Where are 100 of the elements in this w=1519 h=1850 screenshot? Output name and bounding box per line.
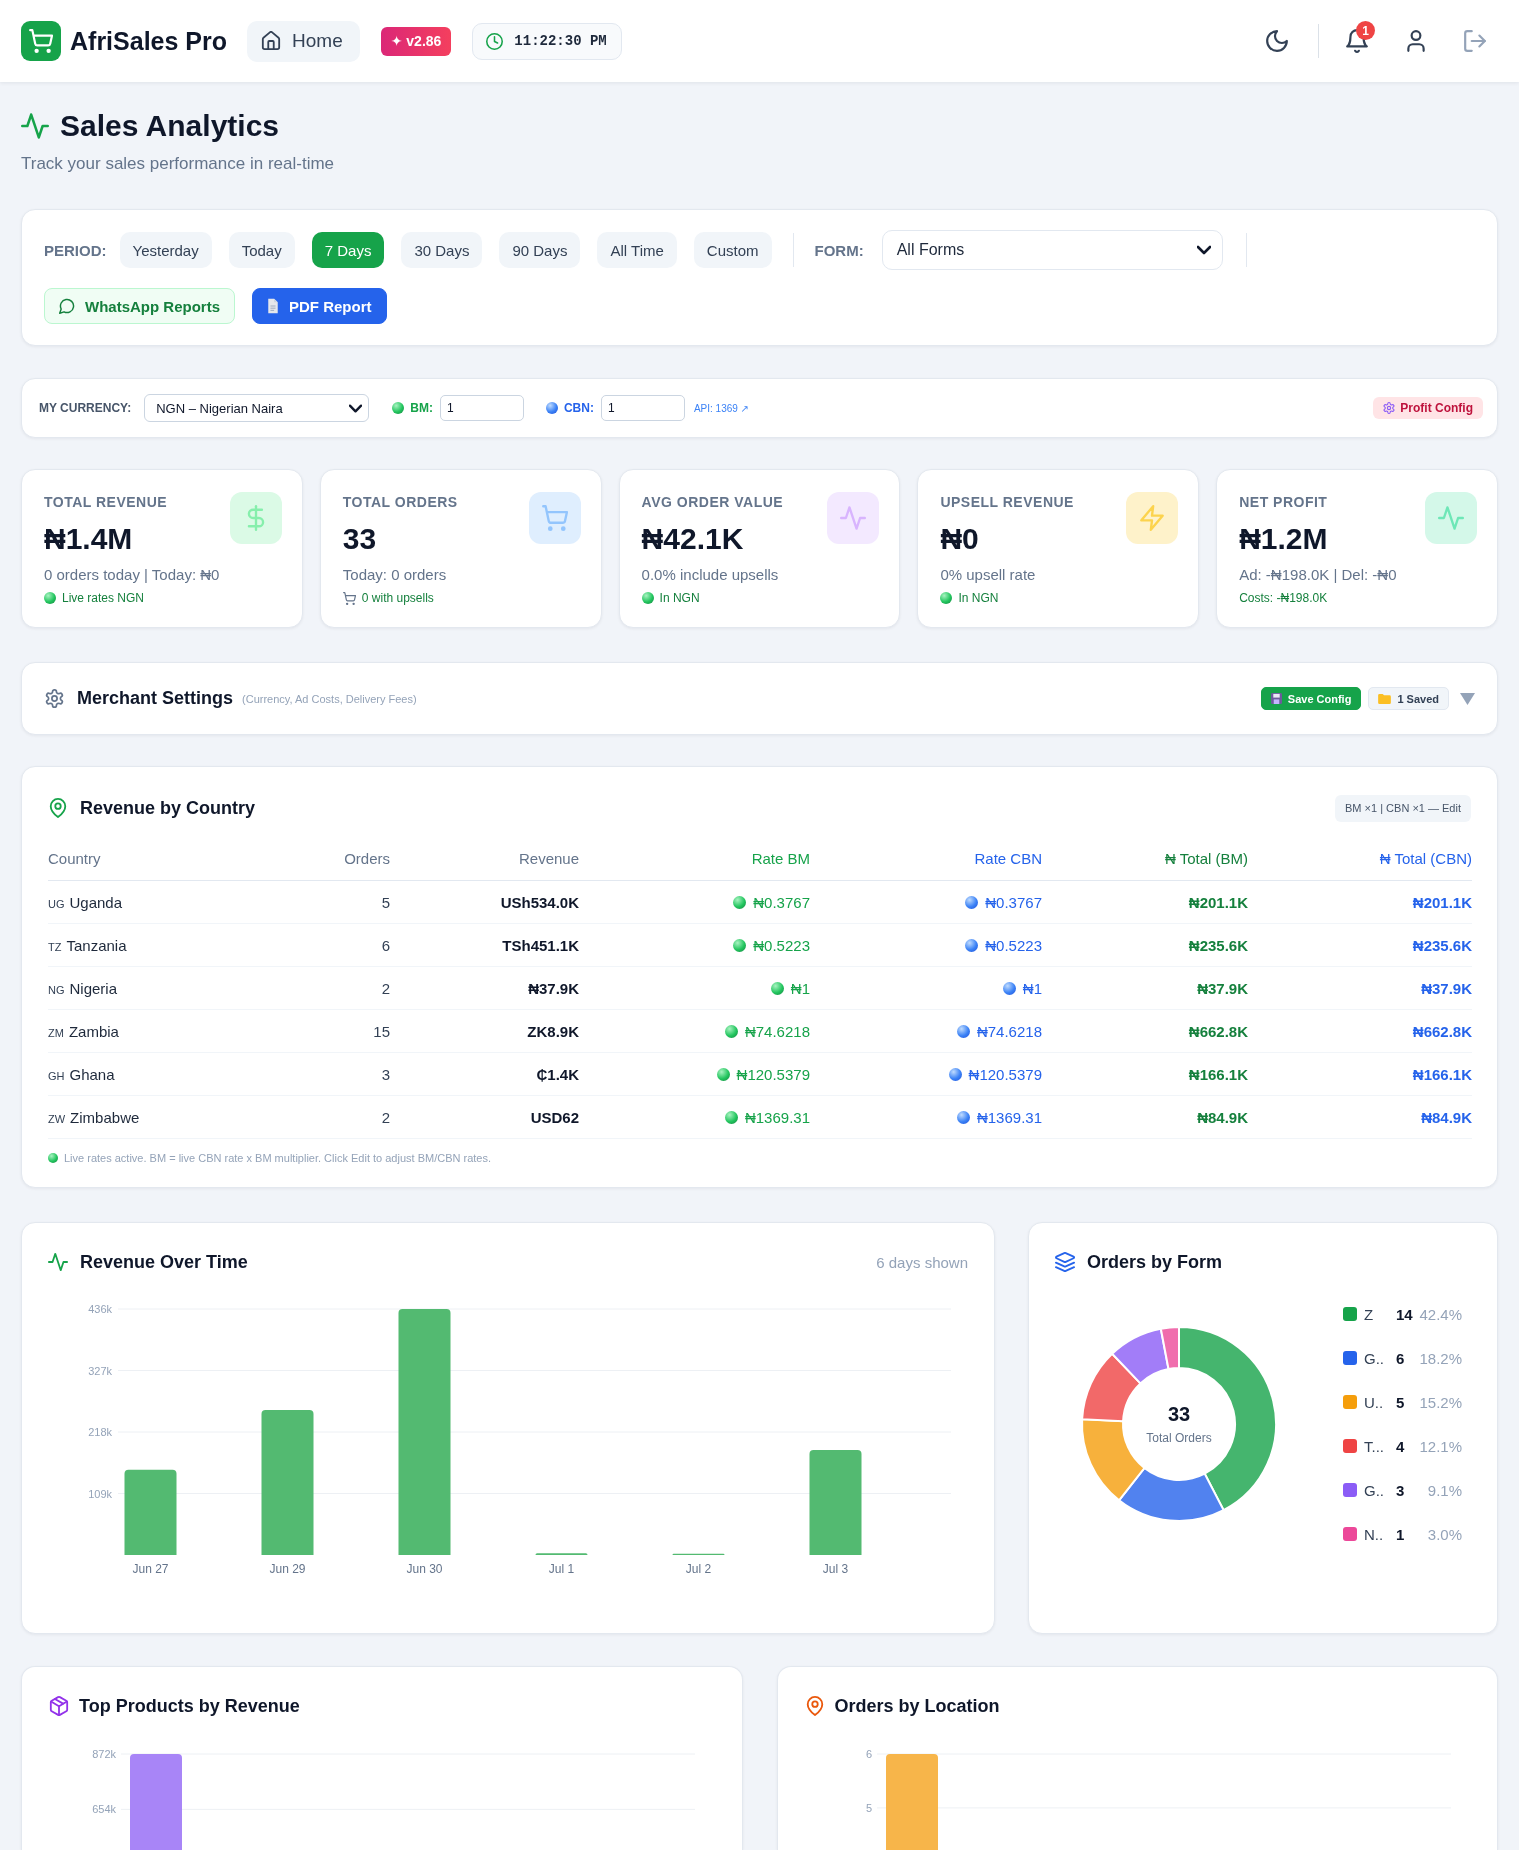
- column-header: Orders: [290, 836, 390, 881]
- column-header: ₦ Total (BM): [1042, 836, 1248, 881]
- table-cell: ₦37.9K: [1248, 966, 1472, 1010]
- logout-icon[interactable]: [1463, 29, 1487, 53]
- card-title: Orders by Location: [834, 1695, 1000, 1717]
- axis-tick-label: 872k: [92, 1748, 116, 1760]
- country-code: NG: [48, 983, 65, 996]
- legend-percent: 12.1%: [1418, 1437, 1462, 1455]
- table-cell: ₦37.9K: [390, 966, 579, 1010]
- stat-value: 33: [342, 521, 378, 557]
- table-cell: USh534.0K: [390, 880, 579, 924]
- status-dot-icon: [641, 592, 654, 604]
- table-cell: USD62: [390, 1095, 579, 1139]
- cbn-rate-field[interactable]: 1: [600, 395, 685, 421]
- rate-dot-icon: [1002, 982, 1016, 996]
- folder-icon: [1378, 693, 1392, 704]
- legend-name: T...: [1364, 1437, 1385, 1455]
- rate-edit-button[interactable]: BM ×1 | CBN ×1 — Edit: [1335, 794, 1471, 822]
- table-cell: ₦84.9K: [1042, 1095, 1248, 1139]
- axis-label: Jun 29: [269, 1562, 306, 1576]
- bm-dot-icon: [392, 402, 405, 414]
- saved-configs-button[interactable]: 1 Saved: [1368, 687, 1449, 710]
- profit-config-button[interactable]: Profit Config: [1373, 397, 1483, 419]
- period-tab[interactable]: Today: [228, 232, 295, 268]
- axis-tick-label: 5: [865, 1801, 872, 1814]
- table-cell: 5: [290, 880, 390, 924]
- cbn-dot-icon: [545, 402, 558, 414]
- card-title: Revenue Over Time: [80, 1251, 248, 1273]
- status-dot-icon: [940, 592, 953, 604]
- page-subtitle: Track your sales performance in real-time: [21, 153, 335, 175]
- table-cell: ₦201.1K: [1248, 880, 1472, 924]
- axis-tick-label: 327k: [88, 1364, 112, 1377]
- axis-label: Jun 27: [132, 1562, 169, 1576]
- donut-total-label: Total Orders: [1146, 1431, 1212, 1445]
- column-header: Country: [48, 836, 290, 881]
- legend-count: 14: [1396, 1305, 1413, 1323]
- period-tab[interactable]: Yesterday: [119, 232, 212, 268]
- whatsapp-report-button[interactable]: WhatsApp Reports: [44, 288, 235, 324]
- stat-detail: Ad: -₦198.0K | Del: -₦0: [1239, 566, 1398, 584]
- table-cell: ₦235.6K: [1042, 923, 1248, 967]
- table-cell: ₦166.1K: [1042, 1052, 1248, 1096]
- country-name: Ghana: [69, 1065, 115, 1083]
- home-button[interactable]: Home: [247, 20, 360, 62]
- table-cell: ₦662.8K: [1248, 1009, 1472, 1053]
- form-label: FORM:: [814, 241, 864, 259]
- country-name: Uganda: [69, 893, 123, 911]
- rate-value: ₦0.3767: [985, 894, 1042, 912]
- legend-percent: 3.0%: [1426, 1525, 1462, 1543]
- bm-rate-field[interactable]: 1: [439, 395, 524, 421]
- country-code: ZW: [48, 1112, 66, 1125]
- layers-icon: [1055, 1252, 1075, 1272]
- pdf-report-button[interactable]: PDF Report: [252, 288, 387, 324]
- app-name: AfriSales Pro: [70, 26, 227, 56]
- user-icon[interactable]: [1404, 29, 1428, 53]
- table-cell: 2: [290, 966, 390, 1010]
- stat-label: AVG ORDER VALUE: [641, 493, 784, 511]
- period-tab[interactable]: All Time: [597, 232, 677, 268]
- country-code: ZM: [48, 1026, 64, 1039]
- clock-icon: [486, 32, 504, 50]
- rate-dot-icon: [733, 896, 747, 910]
- rate-dot-icon: [770, 982, 784, 996]
- period-tab[interactable]: 90 Days: [499, 232, 581, 268]
- rate-dot-icon: [948, 1068, 962, 1082]
- api-link[interactable]: API: 1369 ↗: [693, 402, 749, 414]
- legend-count: 3: [1396, 1481, 1405, 1499]
- legend-name: U..: [1364, 1393, 1385, 1411]
- dollar-icon: [229, 492, 282, 544]
- card-title: Orders by Form: [1087, 1251, 1223, 1273]
- form-select[interactable]: All Forms: [881, 230, 1223, 270]
- table-cell: ₦201.1K: [1042, 880, 1248, 924]
- table-cell: TSh451.1K: [390, 923, 579, 967]
- period-tab[interactable]: 30 Days: [401, 232, 483, 268]
- chart-caption: 6 days shown: [876, 1253, 968, 1271]
- legend-name: G..: [1364, 1481, 1385, 1499]
- table-cell: ₦662.8K: [1042, 1009, 1248, 1053]
- cart-logo-icon: [21, 21, 61, 61]
- stat-detail: 0% upsell rate: [940, 566, 1037, 584]
- moon-icon[interactable]: [1265, 29, 1289, 53]
- country-code: TZ: [48, 940, 62, 953]
- table-cell: 15: [290, 1009, 390, 1053]
- legend-name: Z: [1364, 1305, 1375, 1323]
- activity-icon: [48, 1252, 68, 1272]
- period-tab[interactable]: Custom: [693, 232, 772, 268]
- rate-dot-icon: [724, 1025, 738, 1039]
- activity-icon: [21, 112, 49, 140]
- panel-title: Merchant Settings: [77, 688, 234, 709]
- stat-label: TOTAL REVENUE: [44, 493, 168, 511]
- notification-badge: 1: [1356, 21, 1375, 40]
- legend-percent: 9.1%: [1426, 1481, 1462, 1499]
- currency-select[interactable]: NGN – Nigerian Naira: [144, 394, 370, 422]
- caret-icon[interactable]: [1460, 692, 1475, 705]
- clock-time: 11:22:30 PM: [514, 33, 607, 49]
- axis-tick-label: 6: [865, 1748, 872, 1760]
- rate-dot-icon: [965, 896, 979, 910]
- stat-detail: Today: 0 orders: [342, 566, 448, 584]
- location-pin-icon: [804, 1696, 825, 1716]
- axis-tick-label: 654k: [92, 1803, 116, 1816]
- country-code: GH: [48, 1069, 65, 1082]
- stat-note: Costs: -₦198.0K: [1239, 590, 1328, 606]
- rate-label: CBN:: [563, 401, 594, 415]
